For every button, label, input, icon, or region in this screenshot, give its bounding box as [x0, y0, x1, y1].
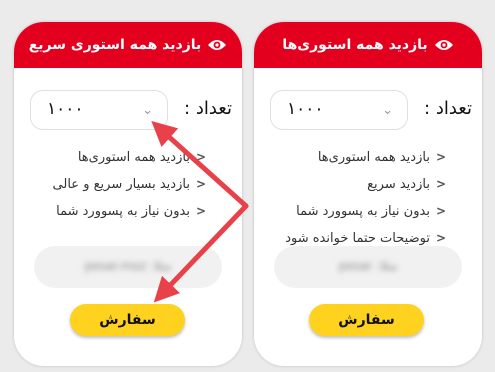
quantity-value: ۱۰۰۰ — [287, 99, 324, 119]
card-title: بازدید همه استوری‌ها — [282, 37, 428, 53]
chevron-left-icon: < — [435, 231, 446, 245]
order-button[interactable]: سفارش — [70, 304, 185, 336]
link-input[interactable]: مثلا: pesar — [274, 246, 462, 288]
feature-item: <بدون نیاز به پسوورد شما — [56, 204, 206, 219]
chevron-left-icon: < — [195, 150, 206, 164]
quantity-row: تعداد : ۱۰۰۰ ⌄ — [254, 90, 482, 132]
feature-item: <بازدید همه استوری‌ها — [317, 150, 446, 165]
blurred-placeholder: مثلا: pesar — [338, 259, 398, 273]
quantity-label: تعداد : — [184, 98, 232, 119]
service-card-fast: بازدید همه استوری سریع تعداد : ۱۰۰۰ ⌄ <ب… — [14, 22, 242, 366]
card-title: بازدید همه استوری سریع — [28, 37, 202, 53]
quantity-label: تعداد : — [424, 98, 472, 119]
feature-item: <بازدید همه استوری‌ها — [77, 150, 206, 165]
chevron-left-icon: < — [435, 177, 446, 191]
eye-icon — [434, 38, 454, 52]
card-header: بازدید همه استوری‌ها — [254, 22, 482, 68]
feature-list: <بازدید همه استوری‌ها <بازدید سریع <بدون… — [285, 144, 446, 252]
chevron-left-icon: < — [195, 204, 206, 218]
quantity-select[interactable]: ۱۰۰۰ ⌄ — [270, 90, 408, 130]
blurred-placeholder: مثلا: pesar.moz — [84, 259, 172, 273]
eye-icon — [207, 38, 227, 52]
quantity-row: تعداد : ۱۰۰۰ ⌄ — [14, 90, 242, 132]
quantity-select[interactable]: ۱۰۰۰ ⌄ — [30, 90, 168, 130]
chevron-down-icon: ⌄ — [382, 103, 393, 118]
link-input[interactable]: مثلا: pesar.moz — [34, 246, 222, 288]
feature-item: <بازدید سریع — [367, 177, 446, 192]
feature-list: <بازدید همه استوری‌ها <بازدید بسیار سریع… — [53, 144, 206, 225]
card-header: بازدید همه استوری سریع — [14, 22, 242, 68]
service-card-all: بازدید همه استوری‌ها تعداد : ۱۰۰۰ ⌄ <باز… — [254, 22, 482, 366]
chevron-left-icon: < — [435, 204, 446, 218]
order-button[interactable]: سفارش — [309, 304, 424, 336]
chevron-left-icon: < — [195, 177, 206, 191]
feature-item: <بازدید بسیار سریع و عالی — [52, 177, 206, 192]
quantity-value: ۱۰۰۰ — [47, 99, 84, 119]
feature-item: <بدون نیاز به پسوورد شما — [296, 204, 446, 219]
chevron-left-icon: < — [435, 150, 446, 164]
chevron-down-icon: ⌄ — [142, 103, 153, 118]
